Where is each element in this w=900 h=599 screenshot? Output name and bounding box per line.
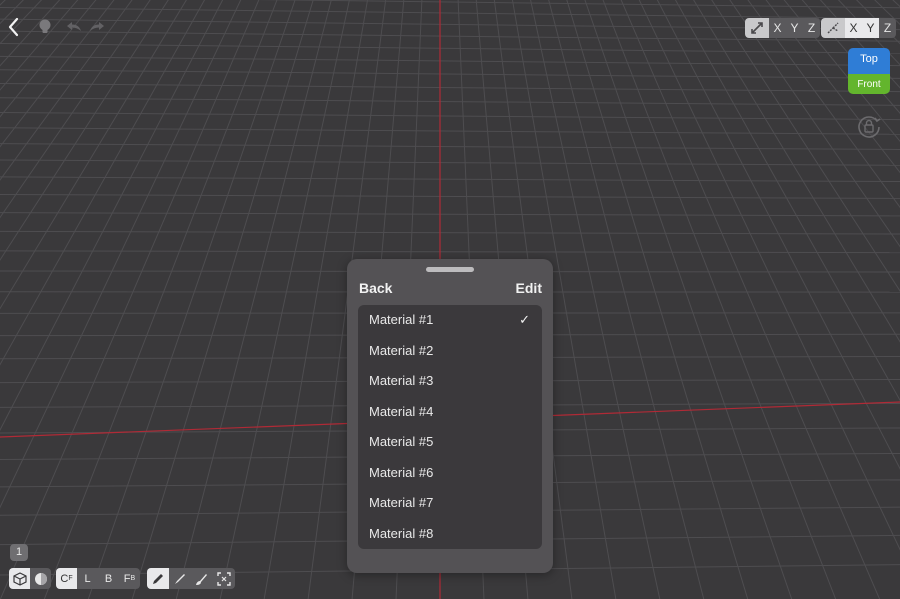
- view-cf-label: C: [60, 572, 69, 585]
- rotate-axes-icon[interactable]: [821, 18, 845, 38]
- checkmark-icon: ✓: [519, 312, 530, 327]
- view-cf-sub: F: [68, 575, 73, 582]
- view-cube-front[interactable]: Front: [848, 74, 890, 94]
- material-label: Material #4: [369, 403, 434, 419]
- material-item-6[interactable]: Material #6: [358, 458, 542, 489]
- view-segment: CF L B FB: [56, 568, 140, 589]
- tool-segment: [147, 568, 235, 589]
- lightbulb-icon[interactable]: [34, 16, 56, 38]
- material-label: Material #7: [369, 495, 434, 510]
- material-item-1[interactable]: Material #1 ✓: [358, 305, 542, 336]
- move-axis-z[interactable]: Z: [803, 18, 820, 38]
- undo-icon[interactable]: [63, 16, 85, 38]
- redo-icon[interactable]: [86, 16, 108, 38]
- material-list: Material #1 ✓ Material #2 Material #3 Mat…: [358, 305, 542, 549]
- view-fb-sub: B: [130, 575, 136, 582]
- rotation-lock-icon[interactable]: [855, 112, 883, 140]
- mode-segment: [9, 568, 51, 589]
- move-axis-x[interactable]: X: [769, 18, 786, 38]
- view-button-fb[interactable]: FB: [119, 568, 140, 589]
- material-item-4[interactable]: Material #4: [358, 397, 542, 428]
- rotate-axis-z[interactable]: Z: [879, 18, 896, 38]
- panel-grabber[interactable]: [426, 267, 474, 272]
- material-label: Material #2: [369, 342, 434, 358]
- view-cube[interactable]: Top Front: [848, 48, 890, 96]
- material-panel: Back Edit Material #1 ✓ Material #2 Mater…: [347, 259, 553, 573]
- layer-badge[interactable]: 1: [10, 544, 28, 561]
- select-frame-icon[interactable]: [213, 568, 235, 589]
- paint-brush-icon[interactable]: [191, 568, 213, 589]
- material-label: Material #5: [369, 434, 434, 449]
- move-axis-lock-group: X Y Z: [745, 18, 820, 38]
- material-label: Material #8: [369, 525, 434, 541]
- view-l-label: L: [84, 572, 91, 585]
- back-button[interactable]: Back: [359, 280, 392, 296]
- rotate-axis-x[interactable]: X: [845, 18, 862, 38]
- sphere-icon[interactable]: [30, 568, 51, 589]
- brush-icon[interactable]: [169, 568, 191, 589]
- move-axis-y[interactable]: Y: [786, 18, 803, 38]
- material-item-5[interactable]: Material #5: [358, 427, 542, 458]
- material-label: Material #6: [369, 464, 434, 480]
- view-b-label: B: [104, 572, 113, 585]
- rotate-axis-y[interactable]: Y: [862, 18, 879, 38]
- view-cube-top[interactable]: Top: [848, 48, 890, 74]
- material-item-8[interactable]: Material #8: [358, 519, 542, 550]
- edit-button[interactable]: Edit: [516, 280, 542, 296]
- rotate-axis-lock-group: X Y Z: [821, 18, 896, 38]
- material-item-3[interactable]: Material #3: [358, 366, 542, 397]
- view-fb-label: F: [123, 572, 131, 585]
- view-button-l[interactable]: L: [77, 568, 98, 589]
- material-label: Material #1: [369, 312, 434, 327]
- view-button-cf[interactable]: CF: [56, 568, 77, 589]
- back-chevron-icon[interactable]: [3, 14, 25, 40]
- view-button-b[interactable]: B: [98, 568, 119, 589]
- move-arrows-icon[interactable]: [745, 18, 769, 38]
- cube-icon[interactable]: [9, 568, 30, 589]
- material-item-2[interactable]: Material #2: [358, 336, 542, 367]
- pencil-icon[interactable]: [147, 568, 169, 589]
- material-label: Material #3: [369, 373, 434, 388]
- material-item-7[interactable]: Material #7: [358, 488, 542, 519]
